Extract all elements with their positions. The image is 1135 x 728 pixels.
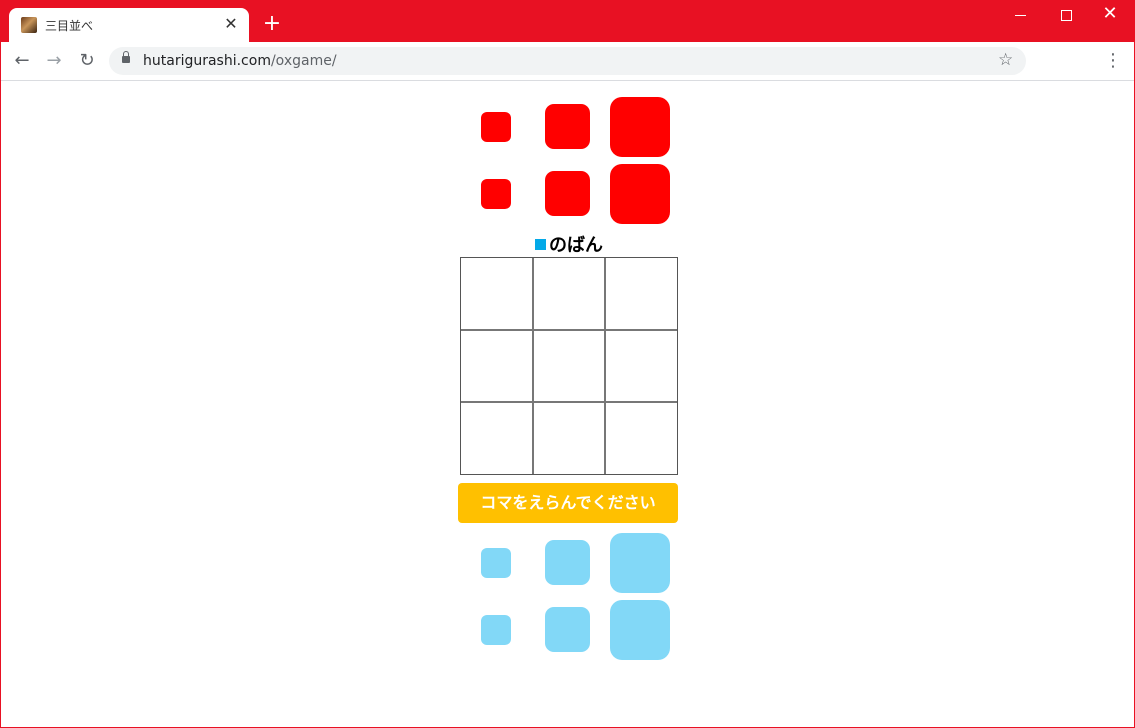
blue-piece-medium[interactable] [545,540,590,585]
url-text: hutarigurashi.com/oxgame/ [143,53,337,69]
board-cell[interactable] [461,330,532,401]
tab-close-icon[interactable]: ✕ [221,14,241,34]
address-bar[interactable]: hutarigurashi.com/oxgame/ ☆ [109,47,1026,75]
browser-menu-icon[interactable]: ⋮ [1104,50,1122,72]
board-cell[interactable] [605,402,676,473]
turn-label: のばん [549,235,603,256]
browser-toolbar: ← → ↻ hutarigurashi.com/oxgame/ ☆ ⋮ [0,42,1135,81]
url-host: hutarigurashi.com [143,53,271,69]
grid-line [461,401,677,403]
red-piece-large[interactable] [610,164,670,224]
blue-piece-small[interactable] [481,615,511,645]
red-piece-small[interactable] [481,179,511,209]
board-cell[interactable] [605,258,676,329]
blue-piece-large[interactable] [610,533,670,593]
blue-piece-medium[interactable] [545,607,590,652]
blue-piece-small[interactable] [481,548,511,578]
red-piece-medium[interactable] [545,104,590,149]
grid-line [461,329,677,331]
board-cell[interactable] [461,258,532,329]
game-board [460,257,678,475]
grid-line [532,258,534,474]
blue-piece-large[interactable] [610,600,670,660]
new-tab-button[interactable]: + [262,13,282,35]
board-cell[interactable] [461,402,532,473]
red-piece-small[interactable] [481,112,511,142]
turn-indicator: のばん [460,231,678,257]
browser-tab[interactable]: 三目並べ ✕ [9,8,249,42]
red-piece-medium[interactable] [545,171,590,216]
board-cell[interactable] [533,330,604,401]
favicon-icon [21,17,37,33]
bookmark-star-icon[interactable]: ☆ [998,50,1013,70]
board-cell[interactable] [533,258,604,329]
red-piece-large[interactable] [610,97,670,157]
select-piece-button[interactable]: コマをえらんでください [458,483,678,523]
lock-icon [122,51,130,63]
board-cell[interactable] [605,330,676,401]
tab-title: 三目並べ [45,19,94,33]
window-frame-left [0,42,1,728]
maximize-button[interactable] [1057,6,1077,26]
grid-line [604,258,606,474]
turn-color-square-icon [535,239,546,250]
board-cell[interactable] [533,402,604,473]
back-icon[interactable]: ← [11,50,33,72]
url-path: /oxgame/ [270,53,337,69]
reload-icon[interactable]: ↻ [76,50,98,72]
minimize-button[interactable] [1011,6,1031,26]
window-close-button[interactable]: ✕ [1100,4,1120,24]
forward-icon[interactable]: → [43,50,65,72]
title-bar: 三目並べ ✕ + ✕ [0,0,1135,42]
